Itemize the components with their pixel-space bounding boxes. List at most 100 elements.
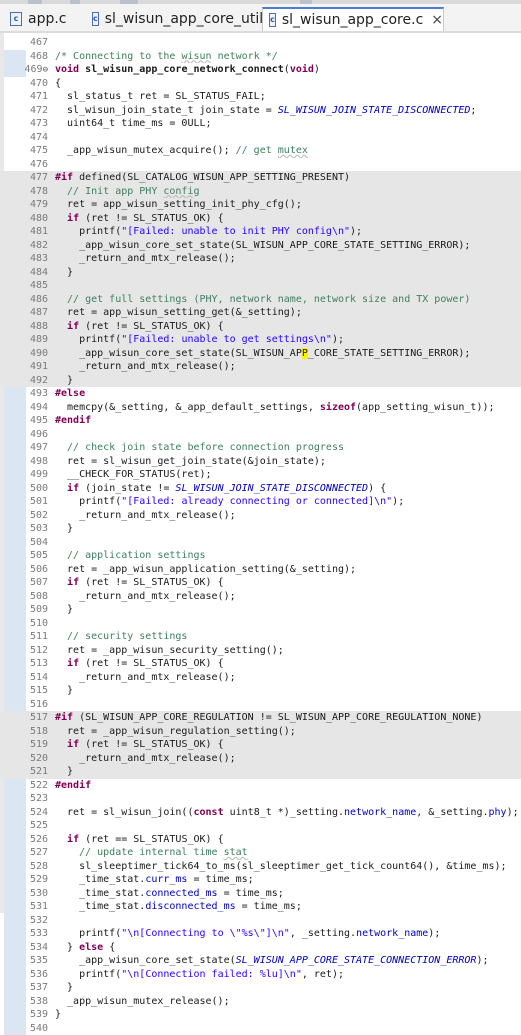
code-line[interactable]: _time_stat.connected_ms = time_ms; bbox=[0, 887, 521, 901]
code-line[interactable] bbox=[0, 131, 521, 145]
code-line[interactable]: } bbox=[0, 1008, 521, 1022]
code-line[interactable]: _return_and_mtx_release(); bbox=[0, 752, 521, 766]
code-line[interactable]: #endif bbox=[0, 779, 521, 793]
code-line[interactable] bbox=[0, 279, 521, 293]
code-line[interactable]: _time_stat.disconnected_ms = time_ms; bbox=[0, 900, 521, 914]
code-line[interactable]: if (ret != SL_STATUS_OK) { bbox=[0, 657, 521, 671]
code-line[interactable]: sl_sleeptimer_tick64_to_ms(sl_sleeptimer… bbox=[0, 860, 521, 874]
code-token: ); bbox=[476, 955, 488, 966]
line-number-text: 472 bbox=[30, 105, 48, 116]
code-line[interactable]: } bbox=[0, 603, 521, 617]
line-number: 502 bbox=[0, 509, 48, 523]
code-line[interactable]: ret = sl_wisun_join((const uint8_t *)_se… bbox=[0, 806, 521, 820]
code-line[interactable]: ret = app_wisun_setting_init_phy_cfg(); bbox=[0, 198, 521, 212]
code-line[interactable]: // security settings bbox=[0, 630, 521, 644]
code-line[interactable]: _app_wisun_core_set_state(SL_WISUN_APP_C… bbox=[0, 954, 521, 968]
code-line[interactable]: if (ret != SL_STATUS_OK) { bbox=[0, 738, 521, 752]
editor-tab-bar: c app.c c sl_wisun_app_core_util.c c sl_… bbox=[0, 4, 521, 33]
close-icon[interactable]: × bbox=[431, 12, 443, 28]
tab-sl-wisun-app-core-util-c[interactable]: c sl_wisun_app_core_util.c bbox=[86, 7, 254, 31]
code-line[interactable]: } bbox=[0, 374, 521, 388]
code-token: sizeof bbox=[320, 402, 356, 413]
code-line[interactable]: void sl_wisun_app_core_network_connect(v… bbox=[0, 63, 521, 77]
code-line[interactable]: ret = _app_wisun_security_setting(); bbox=[0, 644, 521, 658]
line-number: 529 bbox=[0, 873, 48, 887]
code-line[interactable]: _app_wisun_mutex_release(); bbox=[0, 995, 521, 1009]
code-line[interactable]: // check join state before connection pr… bbox=[0, 441, 521, 455]
code-line[interactable]: #if (SL_WISUN_APP_CORE_REGULATION != SL_… bbox=[0, 711, 521, 725]
fold-collapse-icon[interactable]: ⊖ bbox=[43, 65, 48, 75]
code-line[interactable]: ret = _app_wisun_regulation_setting(); bbox=[0, 725, 521, 739]
code-line[interactable]: _app_wisun_mutex_acquire(); // get mutex bbox=[0, 144, 521, 158]
c-file-icon: c bbox=[10, 12, 22, 26]
code-line[interactable]: } bbox=[0, 522, 521, 536]
code-line[interactable] bbox=[0, 1022, 521, 1035]
line-number: 518 bbox=[0, 725, 48, 739]
code-line[interactable]: } bbox=[0, 981, 521, 995]
code-line[interactable] bbox=[0, 428, 521, 442]
code-line[interactable]: printf("\n[Connection failed: %lu]\n", r… bbox=[0, 968, 521, 982]
code-line[interactable]: ret = app_wisun_setting_get(&_setting); bbox=[0, 306, 521, 320]
code-line[interactable]: if (ret != SL_STATUS_OK) { bbox=[0, 576, 521, 590]
code-line[interactable]: } else { bbox=[0, 941, 521, 955]
code-line[interactable]: printf("[Failed: unable to get settings\… bbox=[0, 333, 521, 347]
code-line[interactable]: } bbox=[0, 266, 521, 280]
code-line[interactable]: if (join_state != SL_WISUN_JOIN_STATE_DI… bbox=[0, 482, 521, 496]
code-token: SL_WISUN_JOIN_STATE_DISCONNECTED bbox=[278, 105, 471, 116]
code-line[interactable]: _app_wisun_core_set_state(SL_WISUN_APP_C… bbox=[0, 347, 521, 361]
code-line[interactable]: memcpy(&_setting, &_app_default_settings… bbox=[0, 401, 521, 415]
code-line[interactable]: // application settings bbox=[0, 549, 521, 563]
code-line[interactable]: _time_stat.curr_ms = time_ms; bbox=[0, 873, 521, 887]
code-line[interactable] bbox=[0, 36, 521, 50]
code-line[interactable]: uint64_t time_ms = 0ULL; bbox=[0, 117, 521, 131]
code-line[interactable]: __CHECK_FOR_STATUS(ret); bbox=[0, 468, 521, 482]
line-number-text: 473 bbox=[30, 118, 48, 129]
code-line[interactable]: _return_and_mtx_release(); bbox=[0, 509, 521, 523]
code-line[interactable]: #endif bbox=[0, 414, 521, 428]
code-line[interactable]: if (ret != SL_STATUS_OK) { bbox=[0, 212, 521, 226]
line-number: 510 bbox=[0, 617, 48, 631]
code-line[interactable]: } bbox=[0, 765, 521, 779]
code-line[interactable]: if (ret != SL_STATUS_OK) { bbox=[0, 320, 521, 334]
code-line[interactable]: #else bbox=[0, 387, 521, 401]
code-line[interactable]: // update internal time stat bbox=[0, 846, 521, 860]
code-line[interactable]: printf("\n[Connecting to \"%s\"]\n", _se… bbox=[0, 927, 521, 941]
code-line[interactable]: } bbox=[0, 684, 521, 698]
code-line[interactable]: sl_wisun_join_state_t join_state = SL_WI… bbox=[0, 104, 521, 118]
code-line[interactable]: _app_wisun_core_set_state(SL_WISUN_APP_C… bbox=[0, 239, 521, 253]
code-editor[interactable]: 467/* Connecting to the wisun network */… bbox=[0, 33, 521, 913]
code-line[interactable]: // get full settings (PHY, network name,… bbox=[0, 293, 521, 307]
code-line[interactable] bbox=[0, 698, 521, 712]
code-token: , _setting. bbox=[290, 928, 356, 939]
code-line[interactable]: _return_and_mtx_release(); bbox=[0, 671, 521, 685]
code-line[interactable]: // Init app PHY config bbox=[0, 185, 521, 199]
code-line[interactable]: printf("[Failed: already connecting or c… bbox=[0, 495, 521, 509]
code-line[interactable]: /* Connecting to the wisun network */ bbox=[0, 50, 521, 64]
code-line[interactable]: sl_status_t ret = SL_STATUS_FAIL; bbox=[0, 90, 521, 104]
code-line[interactable] bbox=[0, 617, 521, 631]
code-token: #endif bbox=[55, 780, 91, 791]
line-number: 527 bbox=[0, 846, 48, 860]
code-line[interactable]: printf("[Failed: unable to init PHY conf… bbox=[0, 225, 521, 239]
line-number-text: 532 bbox=[30, 915, 48, 926]
code-line[interactable]: _return_and_mtx_release(); bbox=[0, 360, 521, 374]
line-number: 476 bbox=[0, 158, 48, 172]
line-number: 508 bbox=[0, 590, 48, 604]
code-line[interactable]: _return_and_mtx_release(); bbox=[0, 590, 521, 604]
line-number-text: 479 bbox=[30, 199, 48, 210]
code-token bbox=[55, 577, 67, 588]
code-line[interactable]: ret = _app_wisun_application_setting(&_s… bbox=[0, 563, 521, 577]
tab-sl-wisun-app-core-c[interactable]: c sl_wisun_app_core.c × bbox=[262, 7, 444, 31]
code-line[interactable] bbox=[0, 536, 521, 550]
code-line[interactable]: { bbox=[0, 77, 521, 91]
code-line[interactable]: ret = sl_wisun_get_join_state(&join_stat… bbox=[0, 455, 521, 469]
code-line[interactable] bbox=[0, 819, 521, 833]
code-line[interactable] bbox=[0, 914, 521, 928]
code-line[interactable]: _return_and_mtx_release(); bbox=[0, 252, 521, 266]
tab-app-c[interactable]: c app.c bbox=[6, 7, 84, 31]
code-line[interactable]: #if defined(SL_CATALOG_WISUN_APP_SETTING… bbox=[0, 171, 521, 185]
code-line[interactable]: if (ret == SL_STATUS_OK) { bbox=[0, 833, 521, 847]
code-line[interactable] bbox=[0, 792, 521, 806]
code-line[interactable] bbox=[0, 158, 521, 172]
line-number-text: 480 bbox=[30, 213, 48, 224]
